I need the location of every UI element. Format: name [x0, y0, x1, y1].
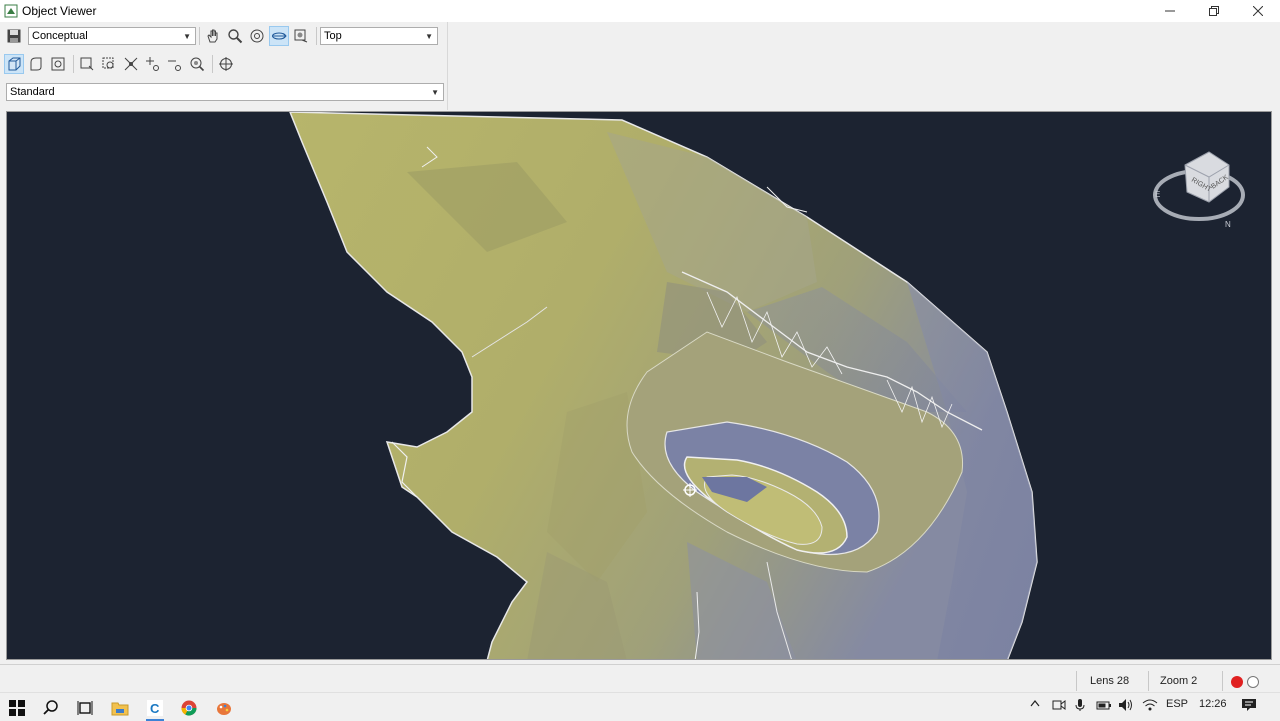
close-button[interactable] — [1236, 0, 1280, 22]
wifi-icon[interactable] — [1142, 698, 1158, 715]
app-icon — [4, 4, 18, 18]
zoom-realtime-button[interactable] — [121, 54, 141, 74]
view-select[interactable]: Top ▼ — [320, 27, 438, 45]
zoom-button[interactable] — [225, 26, 245, 46]
separator — [212, 55, 213, 73]
zoom-extents-icon — [102, 57, 114, 69]
minimize-button[interactable] — [1148, 0, 1192, 22]
perspective-icon — [8, 57, 21, 71]
separator — [73, 55, 74, 73]
free-orbit-icon — [272, 32, 287, 40]
chevron-down-icon: ▼ — [425, 31, 433, 41]
zoom-window-button[interactable] — [77, 54, 97, 74]
search-button[interactable] — [40, 697, 62, 719]
start-icon — [9, 700, 25, 716]
pan-icon — [207, 29, 218, 43]
zoom-window-icon — [80, 57, 94, 71]
minimize-icon — [1165, 10, 1175, 12]
perspective-button[interactable] — [4, 54, 24, 74]
chevron-up-icon — [1030, 700, 1040, 707]
search-icon — [43, 700, 58, 715]
continuous-orbit-button[interactable] — [291, 26, 311, 46]
separator — [199, 27, 200, 45]
camera-icon — [51, 57, 65, 71]
free-orbit-button[interactable] — [269, 26, 289, 46]
zoom-out-icon — [168, 60, 181, 71]
save-button[interactable] — [4, 26, 24, 46]
toolbar-row-2 — [4, 53, 238, 75]
taskbar: C ESP 12:26 — [0, 692, 1280, 721]
ucs-icon — [219, 57, 233, 71]
restore-button[interactable] — [1192, 0, 1236, 22]
close-icon — [1253, 6, 1263, 16]
task-view-button[interactable] — [74, 697, 96, 719]
toolbar-row-1: Conceptual ▼ Top ▼ — [4, 25, 438, 47]
separator — [1076, 671, 1077, 691]
chevron-down-icon: ▼ — [183, 31, 191, 41]
task-view-icon — [77, 701, 93, 715]
svg-text:C: C — [150, 701, 160, 716]
idle-indicator-icon[interactable] — [1247, 676, 1259, 688]
civil3d-icon: C — [147, 700, 163, 716]
parallel-icon — [30, 57, 42, 71]
compass-north-label: N — [1225, 220, 1231, 229]
chrome-button[interactable] — [178, 697, 200, 719]
civil3d-button[interactable]: C — [144, 697, 166, 721]
file-explorer-icon — [111, 702, 129, 716]
zoom-extents-button[interactable] — [99, 54, 119, 74]
clock[interactable]: 12:26 — [1199, 698, 1227, 710]
battery-icon[interactable] — [1096, 698, 1112, 715]
zoom-realtime-icon — [124, 57, 138, 71]
zoom-in-icon — [146, 57, 159, 71]
window-controls — [1148, 0, 1280, 22]
pan-button[interactable] — [203, 26, 223, 46]
zoom-icon — [228, 29, 243, 44]
file-explorer-button[interactable] — [109, 697, 131, 719]
paint-button[interactable] — [213, 697, 235, 719]
window-title: Object Viewer — [22, 4, 97, 18]
chrome-icon — [181, 700, 197, 716]
zoom-readout: Zoom 2 — [1160, 675, 1198, 687]
save-icon — [7, 29, 21, 43]
named-view-value: Standard — [10, 86, 55, 98]
toolbar-row-3: Standard ▼ — [4, 81, 444, 103]
lens-readout: Lens 28 — [1090, 675, 1130, 687]
visual-style-select[interactable]: Conceptual ▼ — [28, 27, 196, 45]
view-value: Top — [324, 30, 342, 42]
toolbar-area: Conceptual ▼ Top ▼ Standard ▼ — [0, 22, 448, 110]
separator — [1222, 671, 1223, 691]
record-indicator-icon[interactable] — [1231, 676, 1243, 688]
camera-button[interactable] — [48, 54, 68, 74]
ucs-button[interactable] — [216, 54, 236, 74]
separator — [316, 27, 317, 45]
orbit-button[interactable] — [247, 26, 267, 46]
3d-viewport[interactable]: RIGHT BACK E N — [6, 111, 1272, 660]
continuous-orbit-icon — [294, 29, 308, 43]
orbit-icon — [250, 29, 264, 43]
zoom-in-button[interactable] — [143, 54, 163, 74]
viewcube[interactable]: RIGHT BACK E N — [1147, 147, 1247, 232]
notification-icon — [1242, 699, 1256, 711]
microphone-icon[interactable] — [1074, 698, 1086, 715]
parallel-button[interactable] — [26, 54, 46, 74]
status-bar: Lens 28 Zoom 2 — [0, 664, 1280, 692]
restore-icon — [1209, 6, 1219, 16]
zoom-out-button[interactable] — [165, 54, 185, 74]
zoom-object-icon — [190, 57, 205, 72]
show-hidden-icons-button[interactable] — [1030, 698, 1040, 710]
title-bar: Object Viewer — [0, 0, 1280, 22]
notifications-button[interactable] — [1241, 698, 1257, 715]
volume-icon[interactable] — [1118, 698, 1134, 715]
paint-icon — [217, 703, 231, 715]
zoom-object-button[interactable] — [187, 54, 207, 74]
start-button[interactable] — [6, 697, 28, 719]
compass-east-label: E — [1155, 190, 1160, 199]
chevron-down-icon: ▼ — [431, 87, 439, 97]
visual-style-value: Conceptual — [32, 30, 88, 42]
separator — [1148, 671, 1149, 691]
terrain-surface — [289, 112, 1038, 659]
language-indicator[interactable]: ESP — [1166, 698, 1188, 710]
named-view-select[interactable]: Standard ▼ — [6, 83, 444, 101]
meet-icon[interactable] — [1052, 698, 1066, 715]
